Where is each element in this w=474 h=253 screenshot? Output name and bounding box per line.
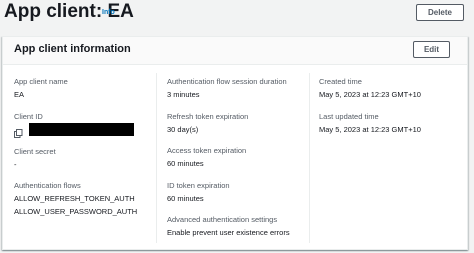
refresh-token-expiration-field: Refresh token expiration 30 day(s)	[167, 112, 248, 135]
field-value: May 5, 2023 at 12:23 GMT+10	[319, 90, 421, 99]
field-label: App client name	[14, 77, 68, 86]
client-id-field: Client ID	[14, 112, 134, 138]
panel-title: App client information	[14, 43, 131, 55]
last-updated-time-field: Last updated time May 5, 2023 at 12:23 G…	[319, 112, 421, 135]
field-label: Client ID	[14, 112, 43, 121]
client-secret-field: Client secret -	[14, 147, 56, 170]
field-label: Access token expiration	[167, 146, 247, 155]
access-token-expiration-field: Access token expiration 60 minutes	[167, 146, 246, 169]
field-value: 3 minutes	[167, 90, 200, 99]
edit-button[interactable]: Edit	[413, 41, 450, 58]
auth-session-duration-field: Authentication flow session duration 3 m…	[167, 77, 287, 100]
id-token-expiration-field: ID token expiration 60 minutes	[167, 181, 230, 204]
field-value: -	[14, 160, 17, 169]
field-value: ALLOW_REFRESH_TOKEN_AUTH ALLOW_USER_PASS…	[14, 194, 137, 217]
field-value: 30 day(s)	[167, 125, 199, 134]
delete-button[interactable]: Delete	[416, 4, 464, 21]
field-value: May 5, 2023 at 12:23 GMT+10	[319, 125, 421, 134]
app-client-name-field: App client name EA	[14, 77, 68, 100]
column-divider	[156, 73, 157, 243]
auth-flow-item: ALLOW_USER_PASSWORD_AUTH	[14, 207, 138, 216]
field-value: EA	[14, 90, 25, 99]
field-label: Refresh token expiration	[167, 112, 249, 121]
page-header: App client: EA Info Delete	[4, 0, 470, 26]
info-link[interactable]: Info	[102, 9, 115, 16]
auth-flows-field: Authentication flows ALLOW_REFRESH_TOKEN…	[14, 181, 137, 217]
field-label: ID token expiration	[167, 181, 230, 190]
field-label: Authentication flow session duration	[167, 77, 287, 86]
field-label: Created time	[319, 77, 362, 86]
advanced-auth-settings-field: Advanced authentication settings Enable …	[167, 215, 290, 238]
field-label: Last updated time	[319, 112, 379, 121]
column-divider	[309, 73, 310, 243]
panel-header: App client information Edit	[3, 37, 467, 65]
field-value: Enable prevent user existence errors	[167, 228, 290, 237]
auth-flow-item: ALLOW_REFRESH_TOKEN_AUTH	[14, 194, 135, 203]
field-label: Advanced authentication settings	[167, 215, 278, 224]
field-label: Client secret	[14, 147, 56, 156]
app-client-info-panel: App client information Edit App client n…	[2, 36, 468, 250]
client-id-row	[14, 123, 134, 138]
redacted-client-id	[29, 123, 134, 136]
field-label: Authentication flows	[14, 181, 81, 190]
copy-icon[interactable]	[14, 125, 23, 138]
created-time-field: Created time May 5, 2023 at 12:23 GMT+10	[319, 77, 421, 100]
field-value: 60 minutes	[167, 159, 204, 168]
field-value: 60 minutes	[167, 194, 204, 203]
